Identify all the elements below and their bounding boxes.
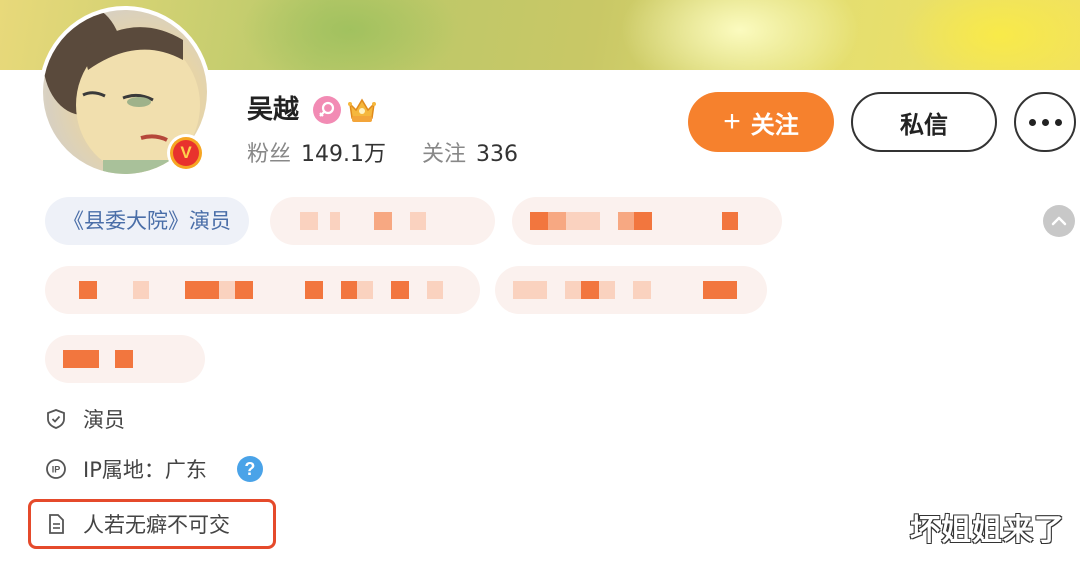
message-label: 私信 — [900, 111, 948, 139]
svg-text:IP: IP — [52, 465, 61, 475]
profile-stats: 粉丝 149.1万 关注 336 — [247, 140, 554, 170]
vip-crown-icon — [348, 98, 376, 122]
female-icon — [313, 96, 341, 124]
blurred-tag[interactable] — [45, 266, 480, 314]
blurred-tag[interactable] — [270, 197, 495, 245]
following-label: 关注 — [422, 142, 467, 167]
occupation-row: 演员 — [45, 404, 125, 434]
fans-label: 粉丝 — [247, 142, 292, 167]
blurred-tag[interactable] — [495, 266, 767, 314]
more-options-button[interactable] — [1014, 92, 1076, 152]
more-dot-icon — [1054, 118, 1062, 126]
follow-button[interactable]: + 关注 — [688, 92, 834, 152]
message-button[interactable]: 私信 — [851, 92, 997, 152]
shield-check-icon — [47, 409, 65, 429]
verified-badge-icon: V — [167, 134, 205, 172]
chevron-up-icon — [1051, 216, 1067, 226]
follow-label: 关注 — [750, 111, 799, 139]
watermark: 坏姐姐来了 — [910, 513, 1065, 548]
following-count[interactable]: 336 — [476, 142, 518, 167]
ip-location-row: IP IP属地：广东 ? — [45, 454, 263, 484]
highlight-box — [28, 499, 276, 549]
tag-drama-role[interactable]: 《县委大院》演员 — [45, 197, 249, 245]
plus-icon: + — [723, 105, 741, 138]
ip-location-text: IP属地：广东 — [83, 458, 207, 482]
verified-letter: V — [173, 140, 199, 166]
more-dot-icon — [1041, 118, 1049, 126]
fans-count[interactable]: 149.1万 — [301, 142, 386, 167]
profile-name: 吴越 — [247, 95, 300, 125]
occupation-text: 演员 — [83, 408, 125, 432]
collapse-button[interactable] — [1043, 205, 1075, 237]
blurred-tag[interactable] — [45, 335, 205, 383]
ip-icon: IP — [46, 459, 66, 479]
blurred-tag[interactable] — [512, 197, 782, 245]
help-icon[interactable]: ? — [236, 456, 263, 482]
more-dot-icon — [1028, 118, 1036, 126]
